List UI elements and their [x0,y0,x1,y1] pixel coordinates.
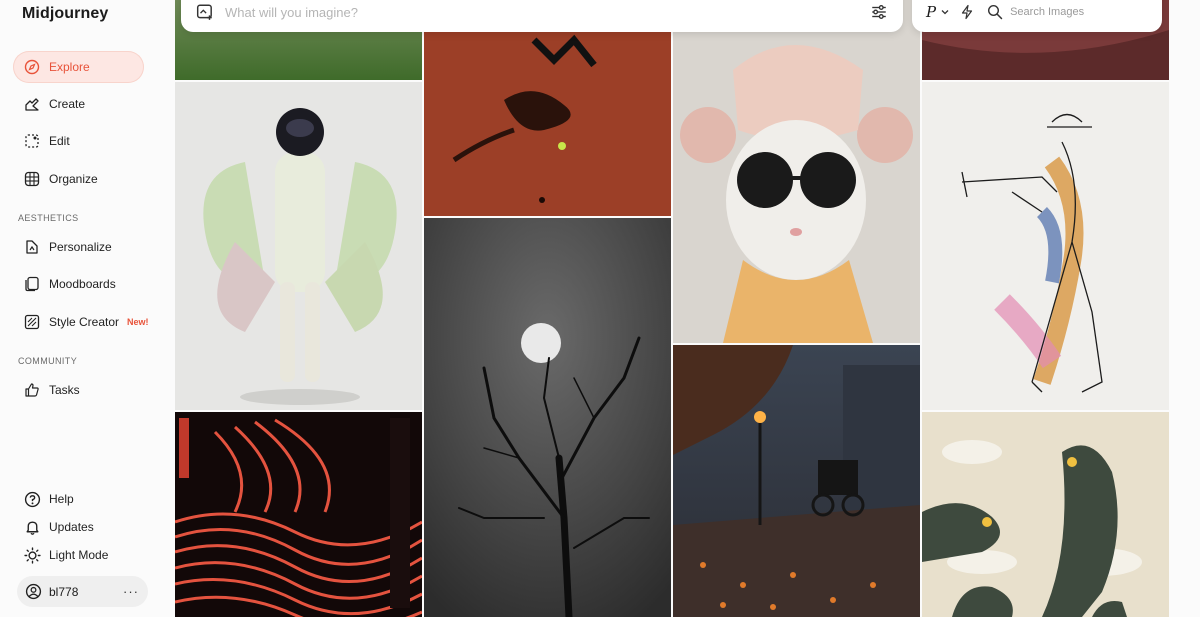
image-gallery [174,0,1200,617]
gallery-image-pigeons[interactable] [922,412,1169,617]
gallery-image-red-waves[interactable] [175,412,422,617]
sidebar-item-personalize[interactable]: Personalize [13,231,144,263]
sliders-icon[interactable] [869,2,889,22]
section-label-community: COMMUNITY [18,356,78,366]
version-selector-label[interactable]: P [926,3,936,21]
sidebar-item-label: Explore [49,60,90,74]
prompt-input[interactable] [225,4,869,20]
sidebar-item-label: Edit [49,134,70,148]
sidebar-item-label: Tasks [49,383,80,397]
sidebar-item-label: Help [49,492,74,506]
sidebar-item-style-creator[interactable]: Style Creator New! [13,306,163,338]
tennis-player-image [424,0,671,216]
gallery-image-autumn-street[interactable] [673,345,920,617]
image-add-icon[interactable] [195,2,215,22]
sidebar-item-tasks[interactable]: Tasks [13,374,144,406]
green-humanoid-figure-image [175,82,422,410]
pigeons-illustration-image [922,412,1169,617]
bell-icon [23,518,41,536]
gallery-image-green-figure[interactable] [175,82,422,410]
section-label-aesthetics: AESTHETICS [18,213,79,223]
search-input[interactable] [1010,6,1111,18]
sidebar-item-light-mode[interactable]: Light Mode [13,539,144,571]
more-options-button[interactable]: ··· [123,584,139,599]
style-creator-icon [23,313,41,331]
compass-icon [23,58,41,76]
user-account-button[interactable]: bl778 ··· [17,576,148,607]
trumpet-player-sketch-image [922,82,1169,410]
search-bar: P [912,0,1162,32]
sidebar-item-organize[interactable]: Organize [13,163,144,195]
sidebar-item-label: Organize [49,172,98,186]
app-logo-title[interactable]: Midjourney [22,5,108,23]
help-icon [23,490,41,508]
user-circle-icon [24,583,42,601]
gallery-image-mouse[interactable] [673,0,920,343]
sidebar-item-edit[interactable]: Edit [13,125,144,157]
gallery-image-trumpet-sketch[interactable] [922,82,1169,410]
sidebar-item-label: Create [49,97,86,111]
moodboards-icon [23,275,41,293]
search-icon [986,3,1004,21]
sidebar-item-label: Moodboards [49,277,116,291]
gallery-image-moon-tree[interactable] [424,218,671,617]
mouse-sunglasses-image [673,0,920,343]
sun-icon [23,546,41,564]
gallery-image-tennis[interactable] [424,0,671,216]
thumbs-up-icon [23,381,41,399]
sidebar: Midjourney Explore Create Edit Organize … [0,0,172,617]
lightning-icon[interactable] [958,3,976,21]
sidebar-item-moodboards[interactable]: Moodboards [13,268,144,300]
sidebar-item-create[interactable]: Create [13,88,144,120]
edit-icon [23,132,41,150]
chevron-down-icon[interactable] [936,3,954,21]
prompt-bar [181,0,903,32]
username: bl778 [49,584,79,599]
organize-grid-icon [23,170,41,188]
sidebar-item-label: Personalize [49,240,112,254]
sidebar-item-explore[interactable]: Explore [13,51,144,83]
sidebar-item-label: Updates [49,520,94,534]
red-waves-poster-image [175,412,422,617]
moon-tree-image [424,218,671,617]
new-badge: New! [127,317,149,327]
sidebar-item-label: Style Creator [49,315,120,329]
create-icon [23,95,41,113]
sidebar-item-label: Light Mode [49,548,109,562]
autumn-street-carriage-image [673,345,920,617]
personalize-icon [23,238,41,256]
